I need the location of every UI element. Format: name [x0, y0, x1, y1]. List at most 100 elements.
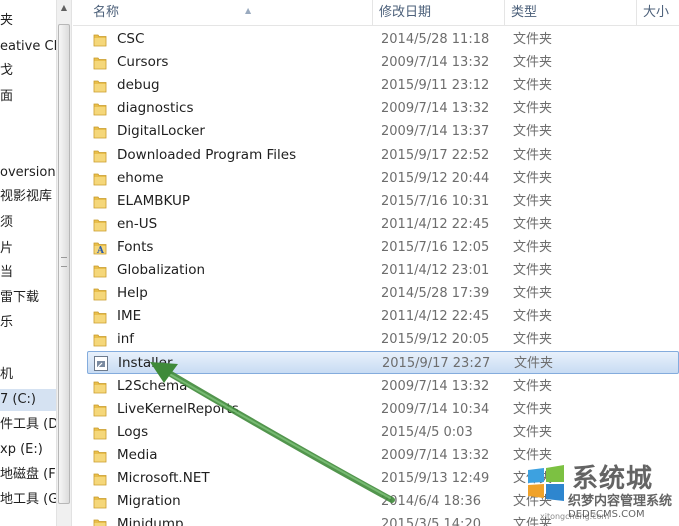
table-row[interactable]: Minidump 2015/3/5 14:20 文件夹 [87, 513, 679, 526]
file-name: Microsoft.NET [117, 469, 210, 486]
file-name: Downloaded Program Files [117, 146, 297, 163]
table-row[interactable]: debug 2015/9/11 23:12 文件夹 [87, 74, 679, 97]
table-row[interactable]: ELAMBKUP 2015/7/16 10:31 文件夹 [87, 190, 679, 213]
table-row[interactable]: LiveKernelReports 2009/7/14 10:34 文件夹 [87, 398, 679, 421]
file-type: 文件夹 [513, 170, 553, 186]
nav-item[interactable]: 片 [0, 238, 13, 260]
file-name: ehome [117, 169, 164, 186]
table-row[interactable]: Media 2009/7/14 13:32 文件夹 [87, 444, 679, 467]
file-type: 文件夹 [513, 55, 553, 71]
table-row[interactable]: Cursors 2009/7/14 13:32 文件夹 [87, 51, 679, 74]
file-name: IME [117, 308, 142, 325]
folder-icon [93, 32, 107, 47]
file-type: 文件夹 [513, 470, 553, 486]
nav-item[interactable]: 件工具 (D: [0, 414, 56, 436]
file-modified-date: 2011/4/12 22:45 [381, 309, 490, 325]
nav-item[interactable]: 当 [0, 262, 13, 284]
nav-item[interactable]: 雷下载 [0, 287, 39, 309]
file-modified-date: 2015/3/5 14:20 [381, 517, 481, 526]
column-header-date[interactable]: 修改日期 [373, 0, 505, 26]
file-modified-date: 2015/9/12 20:44 [381, 170, 490, 186]
column-header-size[interactable]: 大小 [637, 0, 679, 26]
folder-icon [93, 332, 107, 347]
scrollbar-grip-icon [61, 257, 67, 267]
file-name: inf [117, 331, 135, 348]
file-modified-date: 2015/9/11 23:12 [381, 78, 490, 94]
file-modified-date: 2011/4/12 23:01 [381, 263, 490, 278]
file-modified-date: 2011/4/12 22:45 [381, 216, 490, 232]
folder-icon [93, 425, 107, 440]
nav-item[interactable]: eative Clo [0, 36, 56, 58]
table-row-selected[interactable]: Installer 2015/9/17 23:27 文件夹 [87, 351, 679, 375]
table-row[interactable]: diagnostics 2009/7/14 13:32 文件夹 [87, 97, 679, 120]
table-row[interactable]: Downloaded Program Files 2015/9/17 22:52 文… [87, 144, 679, 167]
file-modified-date: 2015/4/5 0:03 [381, 424, 473, 440]
table-row[interactable]: DigitalLocker 2009/7/14 13:37 文件夹 [87, 120, 679, 143]
table-row[interactable]: IME 2011/4/12 22:45 文件夹 [87, 305, 679, 328]
file-type: 文件夹 [513, 216, 553, 232]
installer-folder-icon [94, 356, 108, 372]
file-name: en-US [117, 215, 158, 232]
file-type: 文件夹 [514, 356, 554, 372]
file-type: 文件夹 [513, 147, 553, 163]
file-modified-date: 2015/9/12 20:05 [381, 332, 490, 348]
folder-icon [93, 78, 107, 93]
file-type: 文件夹 [513, 32, 553, 47]
table-row[interactable]: L2Schema 2009/7/14 13:32 文件夹 [87, 375, 679, 398]
scroll-up-arrow-icon[interactable]: ▲ [57, 0, 71, 16]
file-type: 文件夹 [513, 124, 553, 140]
navigation-scrollbar[interactable]: ▲ [56, 0, 72, 526]
nav-item[interactable]: 乐 [0, 312, 13, 334]
nav-item[interactable]: 地磁盘 (F: [0, 464, 56, 486]
nav-item[interactable]: xp (E:) [0, 439, 43, 461]
table-row[interactable]: Migration 2014/6/4 18:36 文件夹 [87, 490, 679, 513]
file-modified-date: 2014/5/28 11:18 [381, 32, 490, 47]
folder-icon [93, 194, 107, 209]
table-row[interactable]: inf 2015/9/12 20:05 文件夹 [87, 328, 679, 351]
scrollbar-thumb[interactable] [58, 24, 70, 504]
file-modified-date: 2015/9/17 23:27 [382, 356, 491, 372]
file-modified-date: 2014/5/28 17:39 [381, 286, 490, 302]
file-modified-date: 2015/7/16 10:31 [381, 193, 490, 209]
column-header-type[interactable]: 类型 [505, 0, 637, 26]
file-type: 文件夹 [513, 424, 553, 440]
file-name: DigitalLocker [117, 123, 205, 140]
folder-icon [93, 148, 107, 163]
file-type: 文件夹 [513, 239, 553, 255]
nav-item[interactable]: 机 [0, 364, 13, 386]
table-row[interactable]: A Fonts 2015/7/16 12:05 文件夹 [87, 236, 679, 259]
file-name: Installer [118, 355, 173, 372]
table-row[interactable]: Globalization 2011/4/12 23:01 文件夹 [87, 259, 679, 282]
file-type: 文件夹 [513, 517, 553, 526]
table-row[interactable]: Help 2014/5/28 17:39 文件夹 [87, 282, 679, 305]
file-type: 文件夹 [513, 447, 553, 463]
folder-icon [93, 217, 107, 232]
column-type-label: 类型 [511, 5, 538, 20]
nav-item[interactable]: 夹 [0, 10, 13, 32]
nav-item[interactable]: oversion [0, 162, 56, 184]
column-header-name[interactable]: 名称 ▲ [87, 0, 373, 26]
file-name: Cursors [117, 54, 169, 71]
nav-item[interactable]: 地工具 (G: [0, 489, 56, 511]
nav-item[interactable]: 须 [0, 212, 13, 234]
table-row[interactable]: Logs 2015/4/5 0:03 文件夹 [87, 421, 679, 444]
file-name: debug [117, 77, 160, 94]
table-row[interactable]: ehome 2015/9/12 20:44 文件夹 [87, 167, 679, 190]
file-modified-date: 2009/7/14 10:34 [381, 401, 490, 417]
folder-icon [93, 55, 107, 70]
table-row[interactable]: Microsoft.NET 2015/9/13 12:49 文件夹 [87, 467, 679, 490]
sort-up-icon: ▲ [245, 6, 252, 15]
folder-icon [93, 471, 107, 486]
file-modified-date: 2015/9/13 12:49 [381, 470, 490, 486]
table-row[interactable]: CSC 2014/5/28 11:18 文件夹 [87, 28, 679, 51]
nav-item[interactable]: 面 [0, 86, 13, 108]
nav-item[interactable]: 7 (C:) [0, 389, 56, 411]
file-name: LiveKernelReports [117, 400, 239, 417]
table-row[interactable]: en-US 2011/4/12 22:45 文件夹 [87, 213, 679, 236]
folder-icon [93, 309, 107, 324]
file-type: 文件夹 [513, 101, 553, 117]
nav-item[interactable]: 戈 [0, 60, 13, 82]
file-modified-date: 2009/7/14 13:37 [381, 124, 490, 140]
file-modified-date: 2014/6/4 18:36 [381, 494, 481, 509]
nav-item[interactable]: 视影视库 [0, 186, 52, 208]
